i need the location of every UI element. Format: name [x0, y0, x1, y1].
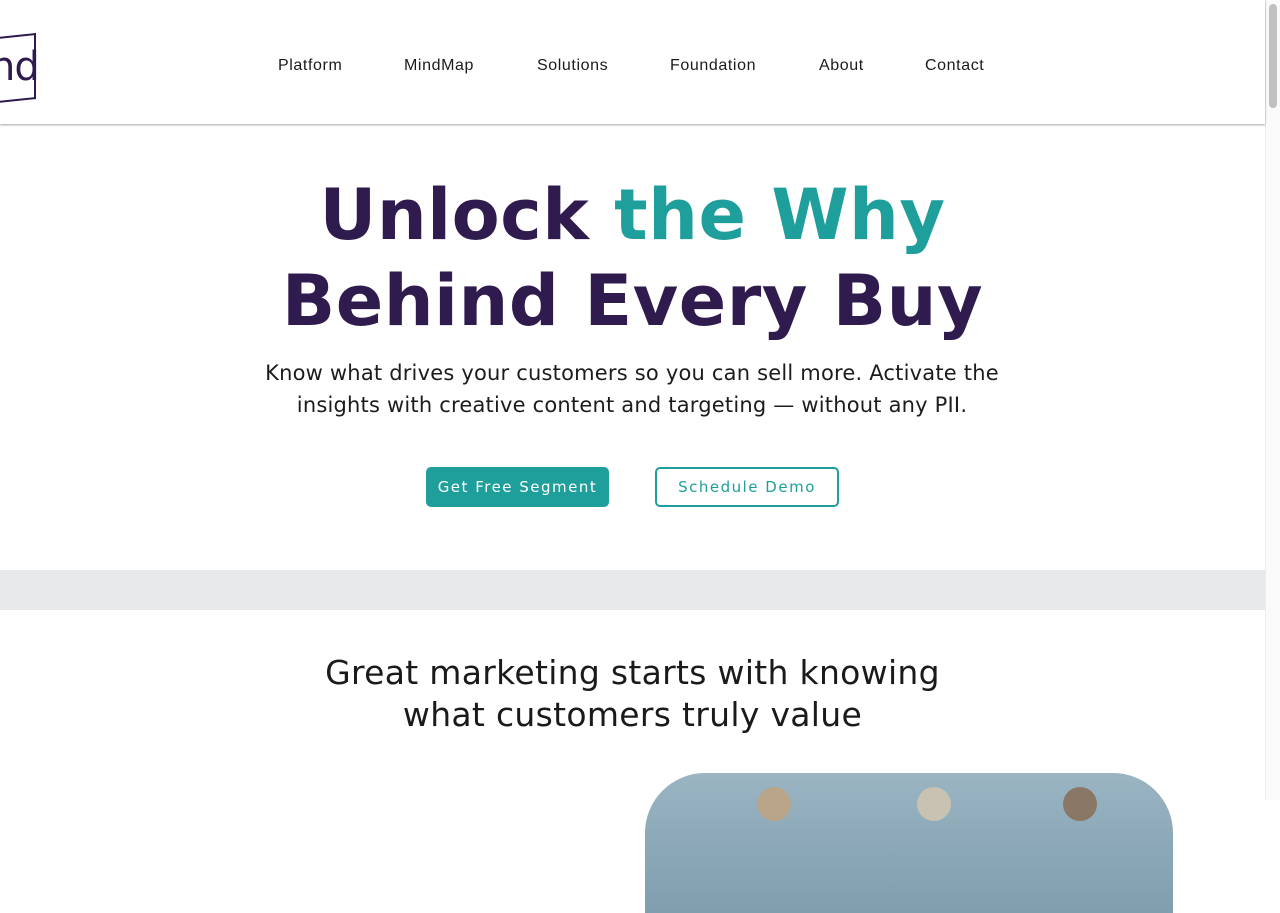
hero-subtitle-line2: insights with creative content and targe… [296, 393, 968, 417]
main-nav: Platform MindMap Solutions Foundation Ab… [0, 56, 1265, 78]
nav-item-about[interactable]: About [819, 56, 864, 76]
photo-person [1063, 787, 1097, 821]
landing-page: nd Platform MindMap Solutions Foundation… [0, 0, 1265, 913]
team-photo [645, 773, 1173, 913]
hero-title-part1: Unlock [319, 174, 615, 256]
section-title: Great marketing starts with knowing what… [0, 652, 1265, 736]
hero-title-accent: the Why [614, 174, 946, 256]
section-title-line2: what customers truly value [402, 695, 863, 734]
nav-item-contact[interactable]: Contact [925, 56, 984, 76]
nav-item-foundation[interactable]: Foundation [670, 56, 756, 76]
page-scrollbar[interactable] [1265, 0, 1280, 800]
section-title-line1: Great marketing starts with knowing [325, 653, 940, 692]
site-header: nd Platform MindMap Solutions Foundation… [0, 0, 1265, 124]
section-divider-band [0, 570, 1265, 610]
get-free-segment-button[interactable]: Get Free Segment [426, 467, 609, 507]
nav-item-mindmap[interactable]: MindMap [404, 56, 474, 76]
nav-item-solutions[interactable]: Solutions [537, 56, 608, 76]
hero-title: Unlock the Why Behind Every Buy [0, 172, 1265, 344]
photo-person [757, 787, 791, 821]
hero-subtitle: Know what drives your customers so you c… [232, 357, 1032, 421]
scrollbar-thumb[interactable] [1269, 4, 1277, 108]
schedule-demo-button[interactable]: Schedule Demo [655, 467, 839, 507]
hero-title-line2: Behind Every Buy [281, 260, 984, 342]
hero-subtitle-line1: Know what drives your customers so you c… [265, 361, 999, 385]
nav-item-platform[interactable]: Platform [278, 56, 342, 76]
photo-person [917, 787, 951, 821]
